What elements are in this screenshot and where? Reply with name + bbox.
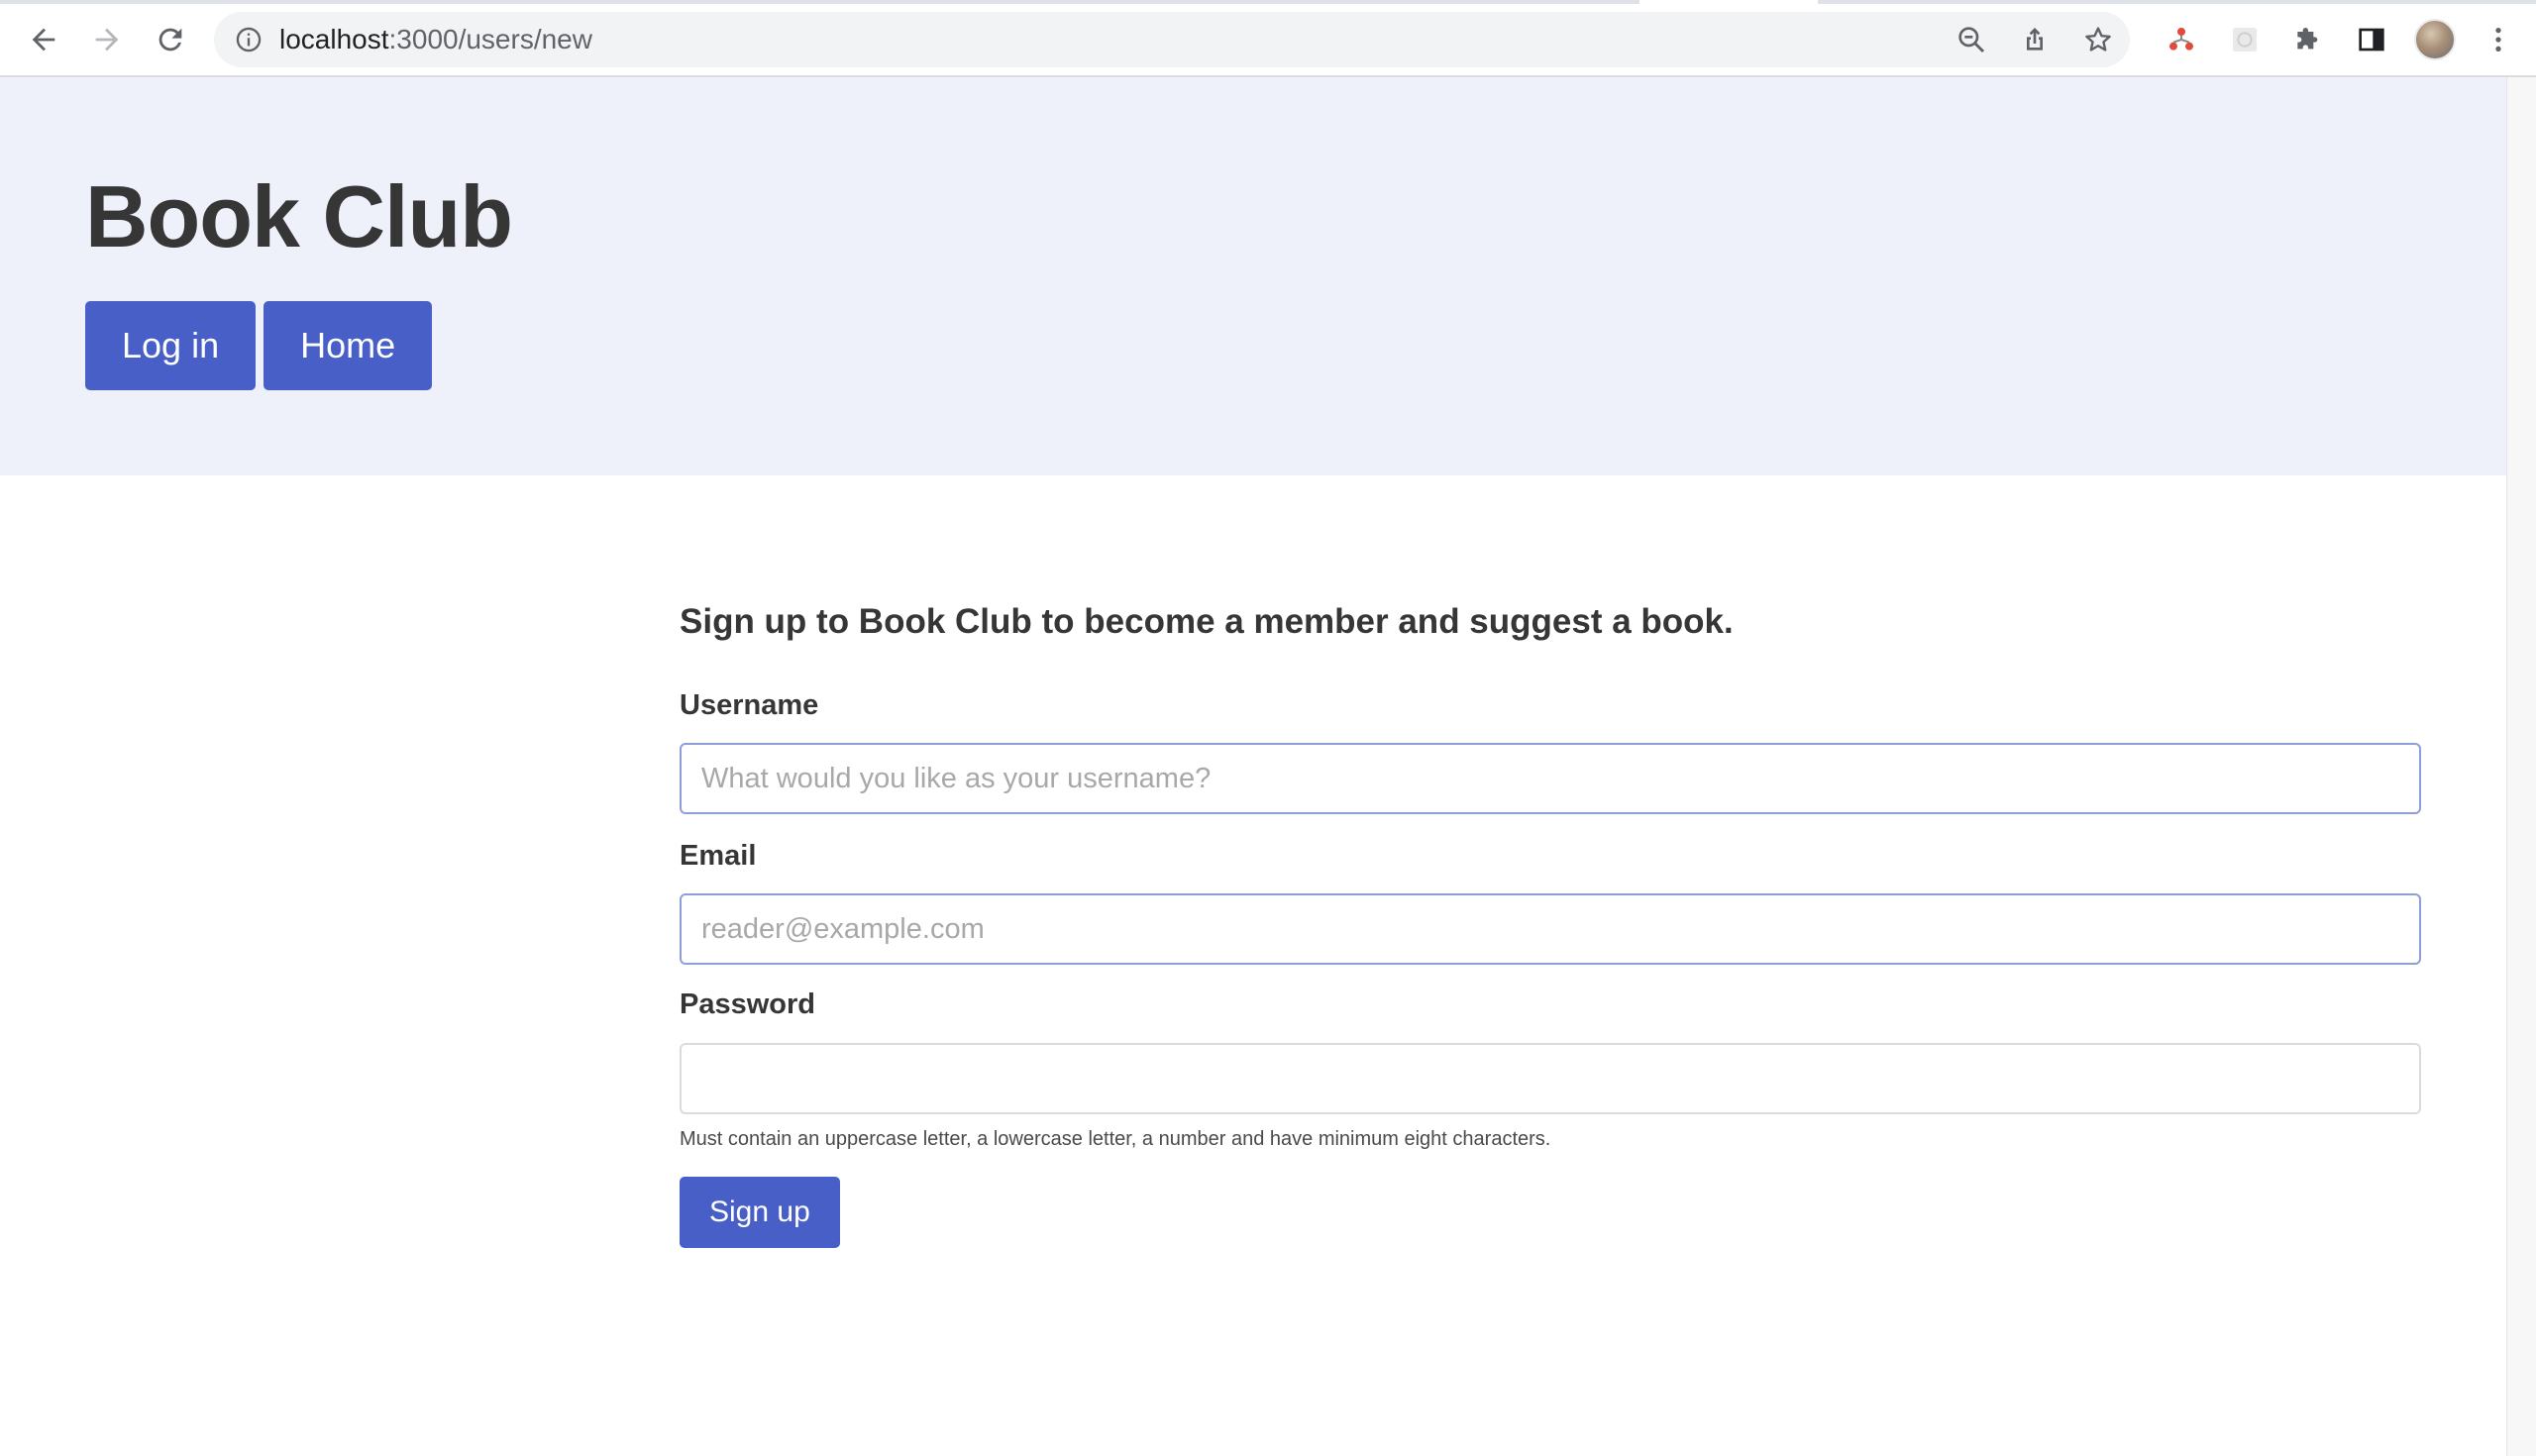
active-tab-indicator (1639, 0, 1818, 4)
username-input[interactable] (680, 743, 2421, 814)
reload-button[interactable] (149, 18, 192, 61)
log-in-button[interactable]: Log in (85, 301, 257, 390)
arrow-left-icon (32, 28, 55, 52)
extensions-menu-button[interactable] (2276, 14, 2340, 65)
side-panel-icon (2359, 28, 2384, 52)
share-button[interactable] (2003, 12, 2066, 67)
arrow-right-icon (95, 28, 119, 52)
extension-button[interactable] (2150, 14, 2213, 65)
header-nav: Log in Home (85, 301, 433, 390)
forward-button[interactable] (85, 18, 129, 61)
page-content: Book Club Log in Home Sign up to Book Cl… (0, 77, 2506, 1456)
side-panel-button[interactable] (2340, 14, 2403, 65)
browser-menu-button[interactable] (2467, 14, 2530, 65)
network-extension-icon (2169, 28, 2193, 51)
extensions-area (2150, 14, 2530, 65)
bookmark-button[interactable] (2066, 12, 2130, 67)
address-bar-actions (1940, 12, 2130, 67)
url-host: localhost (279, 24, 389, 54)
browser-toolbar: localhost:3000/users/new (0, 0, 2536, 77)
share-icon (2027, 28, 2043, 51)
email-input[interactable] (680, 893, 2421, 965)
username-label: Username (680, 689, 819, 721)
tab-strip (0, 0, 2536, 4)
page-title: Book Club (85, 167, 513, 265)
grid-extension-icon (2233, 28, 2257, 52)
sign-up-button[interactable]: Sign up (680, 1177, 840, 1248)
info-icon[interactable] (234, 25, 264, 54)
zoom-button[interactable] (1940, 12, 2003, 67)
zoom-out-icon (1958, 27, 1985, 53)
form-intro: Sign up to Book Club to become a member … (680, 602, 1734, 641)
password-help-text: Must contain an uppercase letter, a lowe… (680, 1128, 1551, 1150)
puzzle-icon (2297, 28, 2318, 50)
url-path: :3000/users/new (388, 24, 592, 54)
url-text[interactable]: localhost:3000/users/new (279, 24, 592, 55)
profile-button[interactable] (2403, 14, 2467, 65)
star-icon (2085, 27, 2111, 52)
hero-section: Book Club Log in Home (0, 77, 2506, 475)
kebab-menu-icon (2495, 28, 2501, 52)
back-button[interactable] (22, 18, 65, 61)
address-bar[interactable]: localhost:3000/users/new (214, 12, 2130, 67)
password-label: Password (680, 988, 815, 1020)
email-label: Email (680, 840, 757, 872)
reload-icon (158, 28, 182, 52)
page-scrollbar[interactable] (2506, 77, 2536, 1456)
extension-button[interactable] (2213, 14, 2276, 65)
home-button[interactable]: Home (264, 301, 433, 390)
avatar (2414, 19, 2456, 60)
password-input[interactable] (680, 1043, 2421, 1114)
